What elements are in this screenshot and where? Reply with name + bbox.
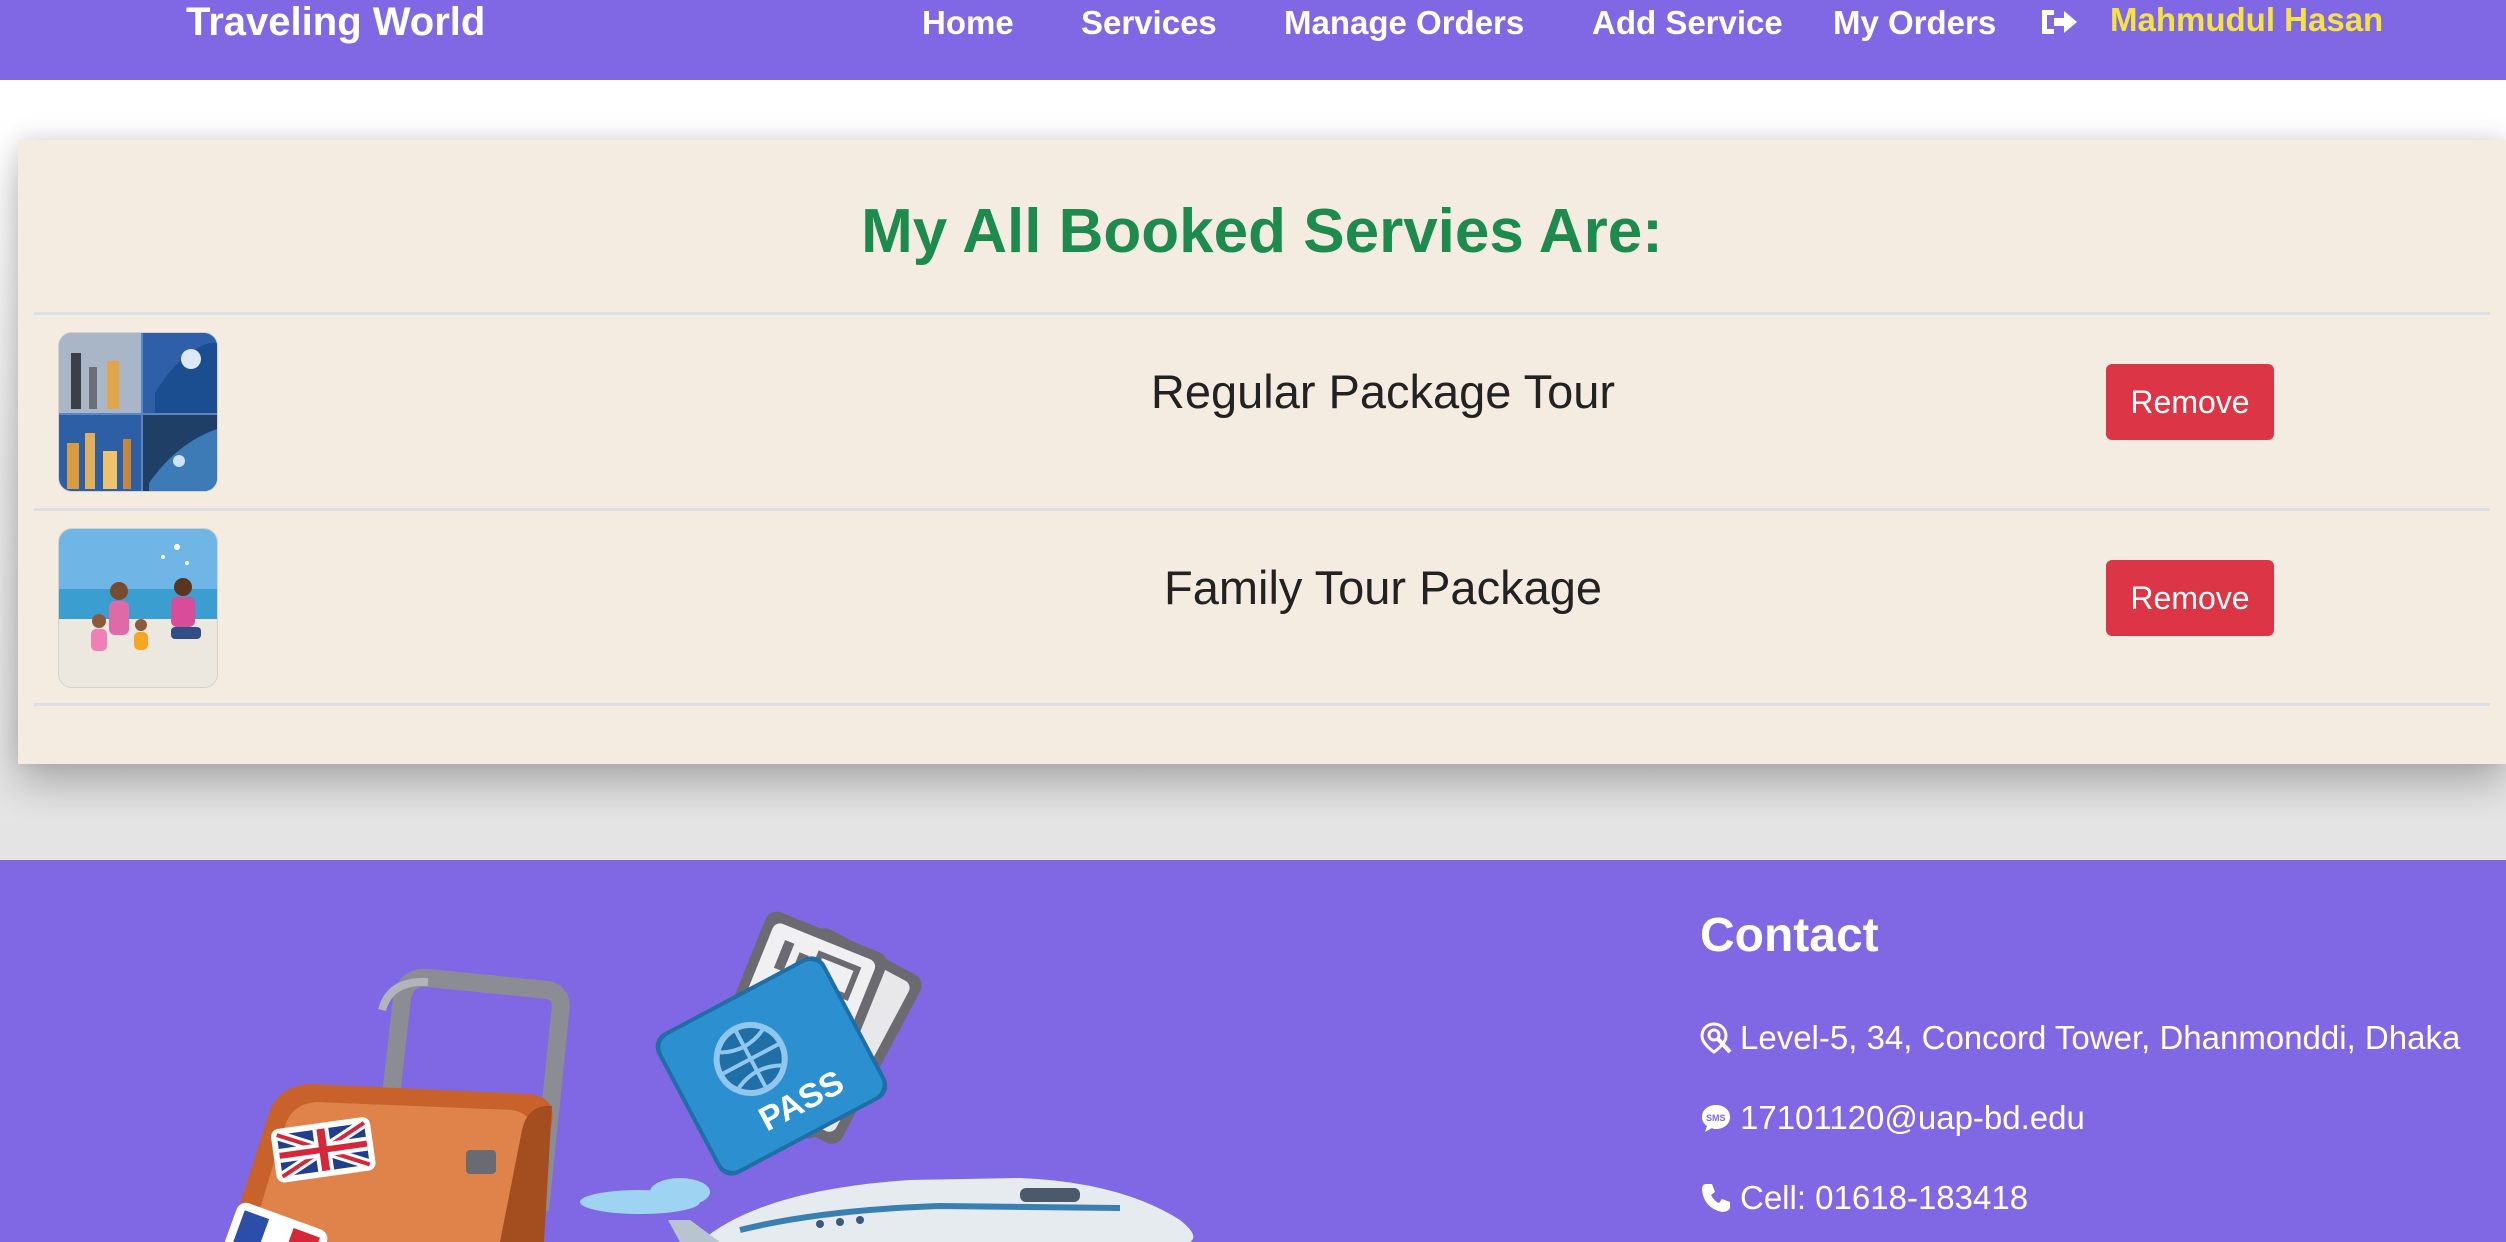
row-divider: [34, 508, 2490, 511]
navbar: Traveling World Home Services Manage Ord…: [0, 0, 2506, 80]
travel-luggage-passport-airplane-image: PASS: [223, 911, 1194, 1242]
remove-button[interactable]: Remove: [2106, 364, 2274, 440]
footer: PASS Contact Level-5, 34, Concord Tower,…: [0, 860, 2506, 1242]
family-beach-image: [58, 528, 218, 688]
contact-address-text: Level-5, 34, Concord Tower, Dhanmonddi, …: [1740, 1019, 2461, 1056]
contact-email-text[interactable]: 17101120@uap-bd.edu: [1740, 1099, 2085, 1136]
city-collage-image: [58, 332, 218, 492]
nav-my-orders[interactable]: My Orders: [1833, 2, 1996, 44]
row-divider: [34, 312, 2490, 315]
contact-phone: Cell: 01618-183418: [1700, 1178, 2028, 1218]
booked-services-panel: My All Booked Servies Are: Regular Packa…: [18, 140, 2506, 764]
row-divider: [34, 703, 2490, 706]
main-content: My All Booked Servies Are: Regular Packa…: [0, 80, 2506, 940]
brand-logo[interactable]: Traveling World: [186, 0, 485, 44]
sign-out-icon[interactable]: [2038, 4, 2080, 40]
contact-title: Contact: [1700, 909, 1879, 962]
user-name: Mahmudul Hasan: [2110, 1, 2384, 38]
service-name: Family Tour Package: [1164, 561, 1602, 614]
nav-services[interactable]: Services: [1081, 2, 1217, 44]
contact-address: Level-5, 34, Concord Tower, Dhanmonddi, …: [1700, 1018, 2460, 1058]
nav-add-service[interactable]: Add Service: [1592, 2, 1783, 44]
svg-text:SMS: SMS: [1706, 1113, 1726, 1123]
sms-icon: SMS: [1700, 1102, 1732, 1134]
remove-button[interactable]: Remove: [2106, 560, 2274, 636]
nav-home[interactable]: Home: [922, 2, 1014, 44]
location-search-icon: [1700, 1022, 1732, 1054]
page-title: My All Booked Servies Are:: [861, 197, 1663, 266]
contact-phone-text[interactable]: Cell: 01618-183418: [1740, 1179, 2028, 1216]
service-name: Regular Package Tour: [1150, 365, 1616, 418]
phone-icon: [1700, 1182, 1732, 1214]
contact-email: SMS 17101120@uap-bd.edu: [1700, 1098, 2085, 1138]
nav-manage-orders[interactable]: Manage Orders: [1284, 2, 1524, 44]
